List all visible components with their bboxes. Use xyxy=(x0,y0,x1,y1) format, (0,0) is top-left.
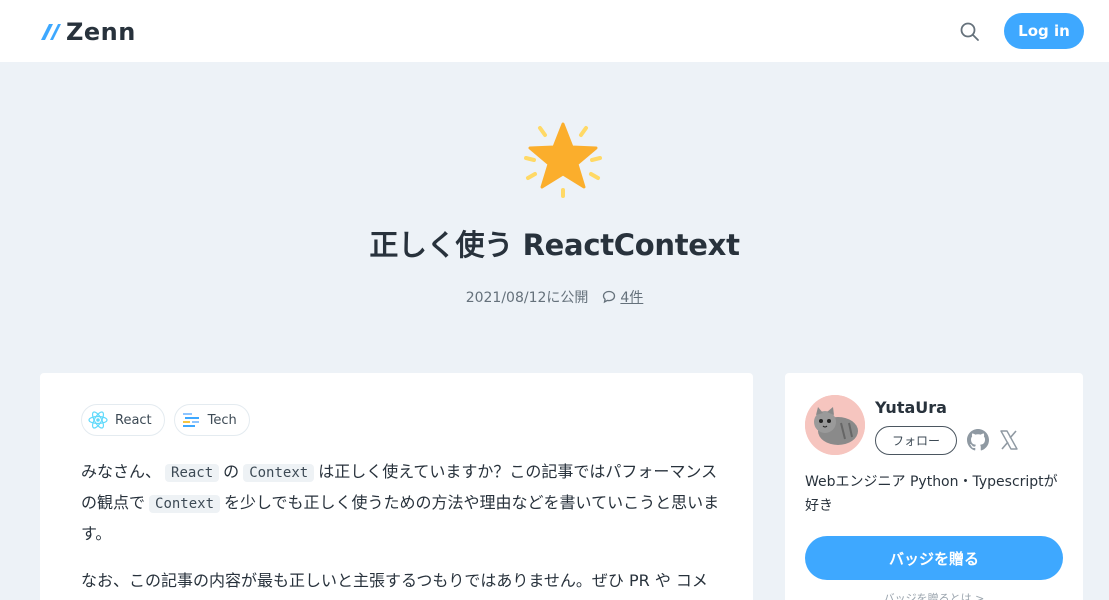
send-badge-button[interactable]: バッジを贈る xyxy=(805,536,1063,580)
star-icon xyxy=(520,120,606,200)
github-link[interactable] xyxy=(967,429,989,451)
text: みなさん、 xyxy=(81,462,162,481)
react-icon xyxy=(87,409,109,431)
x-icon xyxy=(1000,430,1018,450)
inline-code: Context xyxy=(243,464,315,482)
paragraph: なお、この記事の内容が最も正しいと主張するつもりではありません。ぜひ PR や … xyxy=(81,571,708,590)
site-header: Zenn Log in xyxy=(0,0,1109,62)
follow-button[interactable]: フォロー xyxy=(875,426,957,455)
author-name[interactable]: YutaUra xyxy=(875,398,947,417)
tag-label: React xyxy=(115,412,152,428)
tech-icon xyxy=(180,409,202,431)
article-meta: 2021/08/12に公開 4件 xyxy=(0,287,1109,307)
text: の xyxy=(223,462,240,481)
author-bio: Webエンジニア Python・Typescriptが好き xyxy=(805,474,1058,514)
inline-code: Context xyxy=(149,495,221,513)
article-content: React Tech みなさん、 React の Context は正しく使えていますか… xyxy=(40,373,753,600)
avatar[interactable] xyxy=(805,395,865,455)
login-button[interactable]: Log in xyxy=(1004,13,1084,49)
github-icon xyxy=(967,429,989,451)
search-icon xyxy=(960,22,979,41)
published-date: 2021/08/12に公開 xyxy=(465,290,589,306)
tag-label: Tech xyxy=(207,412,237,428)
logo-text: Zenn xyxy=(66,18,136,46)
badge-info-link[interactable]: バッジを贈るとは > xyxy=(785,590,1083,600)
article-body: みなさん、 React の Context は正しく使えていますか？この記事ではパフォー… xyxy=(81,457,721,600)
zenn-logo[interactable]: Zenn xyxy=(40,18,136,46)
article-title: 正しく使う ReactContext xyxy=(369,228,740,262)
comments-link[interactable]: 4件 xyxy=(602,287,643,307)
author-card: YutaUra フォロー Webエンジニア Python・Typescriptが… xyxy=(785,373,1083,600)
comment-icon xyxy=(603,290,616,304)
tag-tech[interactable]: Tech xyxy=(173,404,250,436)
x-link[interactable] xyxy=(999,429,1019,451)
inline-code: React xyxy=(165,464,220,482)
search-button[interactable] xyxy=(958,20,982,44)
topic-tags: React Tech xyxy=(81,404,250,436)
zenn-logo-icon xyxy=(41,24,61,40)
comments-count: 4件 xyxy=(620,290,644,306)
tag-react[interactable]: React xyxy=(81,404,165,436)
paragraph: みなさん、 React の Context は正しく使えていますか？この記事ではパフォー… xyxy=(81,457,721,549)
